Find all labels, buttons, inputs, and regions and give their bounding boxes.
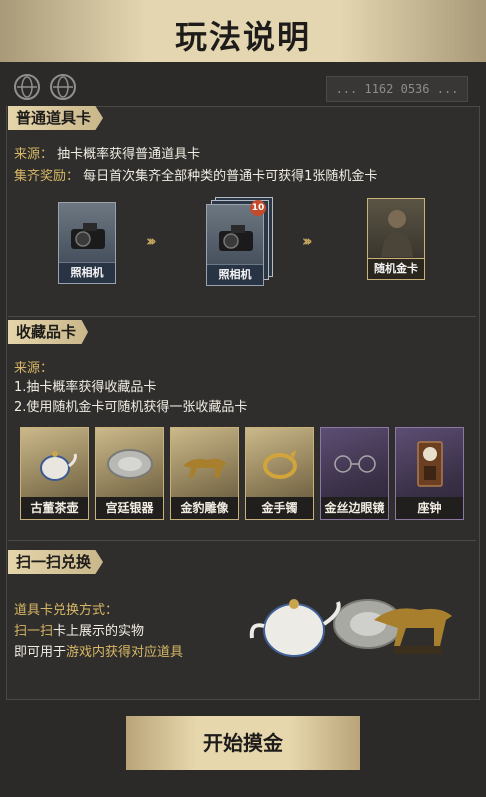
count-badge: 10 — [250, 200, 266, 216]
collection-source-line-2: 2.使用随机金卡可随机获得一张收藏品卡 — [14, 400, 248, 415]
divider — [8, 316, 476, 317]
camera-card-stack-label: 照相机 — [207, 264, 263, 285]
start-button[interactable]: 开始摸金 — [126, 716, 360, 770]
source-label-2: 来源： — [14, 361, 54, 376]
redeem-line-2: 即可用于游戏内获得对应道具 — [14, 641, 183, 660]
random-gold-card-label: 随机金卡 — [368, 258, 424, 279]
teapot-icon — [40, 451, 77, 481]
collectibles-illustration — [249, 599, 452, 657]
leopard-statue-icon — [183, 458, 227, 478]
reward-line: 集齐奖励： 每日首次集齐全部种类的普通卡可获得1张随机金卡 — [14, 165, 377, 184]
bracelet-icon — [263, 450, 297, 479]
reward-text: 每日首次集齐全部种类的普通卡可获得1张随机金卡 — [83, 169, 378, 184]
globe-icon-2[interactable] — [50, 74, 76, 100]
random-gold-card: 随机金卡 — [367, 198, 425, 280]
redeem-line-2-prefix: 即可用于 — [14, 645, 67, 660]
glasses-icon — [334, 455, 376, 473]
collection-card-label: 座钟 — [396, 497, 463, 519]
reward-label: 集齐奖励： — [14, 169, 80, 184]
redeem-line-1: 扫一扫卡上展示的实物 — [14, 620, 144, 639]
source-line: 来源： 抽卡概率获得普通道具卡 — [14, 143, 200, 162]
collection-card-teapot[interactable]: 古董茶壶 — [20, 427, 89, 520]
page-title: 玩法说明 — [174, 18, 311, 56]
collection-card-label: 古董茶壶 — [21, 497, 88, 519]
collection-card-silverware[interactable]: 宫廷银器 — [95, 427, 164, 520]
collection-card-label: 金手镯 — [246, 497, 313, 519]
redeem-method-label: 道具卡兑换方式： — [14, 603, 119, 618]
collection-card-leopard[interactable]: 金豹雕像 — [170, 427, 239, 520]
camera-icon — [71, 223, 105, 249]
section-tab-normal-cards: 普通道具卡 — [8, 106, 104, 130]
camera-card-label: 照相机 — [59, 262, 115, 283]
camera-card: 照相机 — [58, 202, 116, 284]
collection-card-label: 金豹雕像 — [171, 497, 238, 519]
collection-card-clock[interactable]: 座钟 — [395, 427, 464, 520]
arrow-icon: ››› — [146, 232, 156, 250]
collection-card-label: 宫廷银器 — [96, 497, 163, 519]
arrow-icon-2: ››› — [302, 232, 312, 250]
redeem-line-1-text: 卡上展示的实物 — [53, 624, 145, 639]
collection-card-label: 金丝边眼镜 — [321, 497, 388, 519]
clock-icon — [417, 441, 443, 487]
section-tab-collection-cards: 收藏品卡 — [8, 320, 89, 344]
scan-highlight: 扫一扫 — [14, 624, 54, 639]
collection-card-bracelet[interactable]: 金手镯 — [245, 427, 314, 520]
globe-icon[interactable] — [14, 74, 40, 100]
collection-card-glasses[interactable]: 金丝边眼镜 — [320, 427, 389, 520]
serial-number: ... 1162 0536 ... — [326, 76, 468, 102]
camera-icon — [219, 225, 253, 251]
source-text: 抽卡概率获得普通道具卡 — [57, 147, 201, 162]
camera-card-stack: 照相机 — [206, 204, 264, 286]
person-icon — [381, 210, 413, 257]
section-tab-scan-redeem: 扫一扫兑换 — [8, 550, 104, 574]
redeem-line-2-highlight: 游戏内获得对应道具 — [66, 645, 184, 660]
divider-2 — [8, 540, 476, 541]
collection-source-line-1: 1.抽卡概率获得收藏品卡 — [14, 380, 157, 395]
source-label: 来源： — [14, 147, 54, 162]
silver-plate-icon — [107, 449, 153, 479]
header: 玩法说明 — [0, 0, 486, 62]
